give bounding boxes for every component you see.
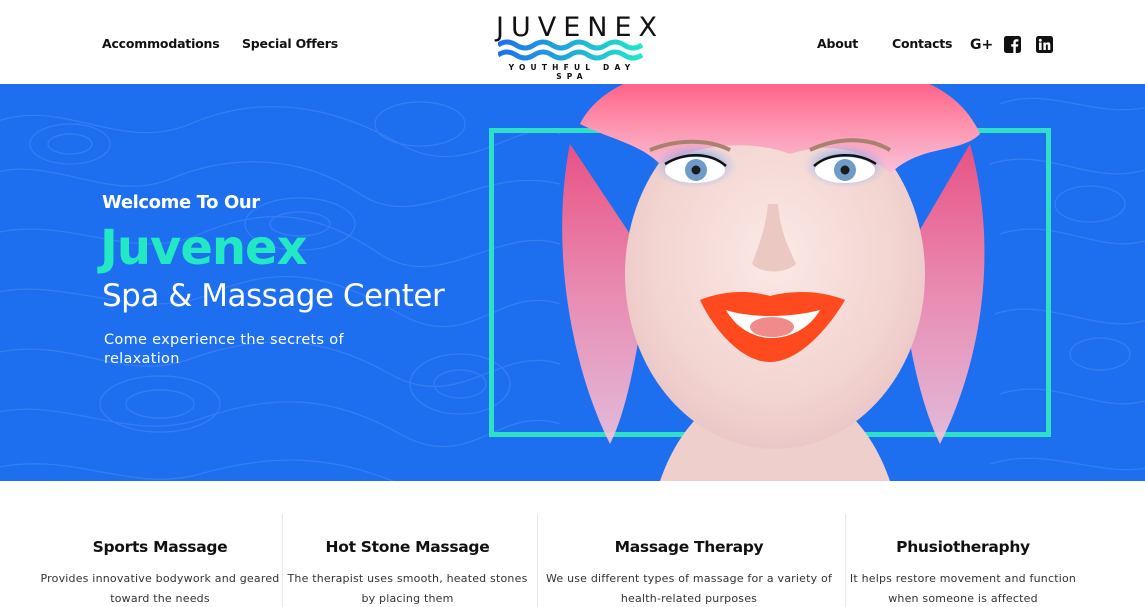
service-divider: [845, 514, 846, 607]
hero-welcome-text: Welcome To Our: [102, 192, 260, 213]
service-title: Massage Therapy: [614, 538, 764, 556]
service-title: Phusiotheraphy: [896, 538, 1030, 556]
logo-subtitle: YOUTHFUL DAY SPA: [508, 63, 636, 81]
hero-banner: Welcome To Our Juvenex Spa & Massage Cen…: [0, 84, 1145, 481]
facebook-icon[interactable]: [1004, 34, 1021, 54]
google-plus-icon[interactable]: G+: [970, 35, 993, 55]
nav-special-offers[interactable]: Special Offers: [242, 36, 338, 51]
service-description: We use different types of massage for a …: [545, 572, 833, 605]
nav-contacts[interactable]: Contacts: [892, 36, 952, 51]
service-massage-therapy[interactable]: Massage Therapy We use different types o…: [540, 481, 838, 607]
service-description: Provides innovative bodywork and geared …: [40, 572, 280, 605]
logo-waves-icon: [498, 39, 644, 61]
nav-about[interactable]: About: [817, 36, 858, 51]
hero-brand-title: Juvenex: [100, 220, 308, 276]
hero-tagline: Spa & Massage Center: [102, 278, 445, 314]
site-header: Accommodations Special Offers JUVENEX YO…: [0, 0, 1145, 84]
site-logo[interactable]: JUVENEX YOUTHFUL DAY SPA: [492, 12, 657, 81]
services-section: Sports Massage Provides innovative bodyw…: [0, 481, 1145, 607]
service-description: It helps restore movement and function w…: [849, 572, 1077, 605]
service-title: Sports Massage: [92, 538, 228, 556]
service-divider: [282, 514, 283, 607]
service-description: The therapist uses smooth, heated stones…: [287, 572, 528, 605]
hero-portrait-image: [562, 84, 985, 481]
service-hot-stone-massage[interactable]: Hot Stone Massage The therapist uses smo…: [285, 481, 530, 607]
service-phusiotheraphy[interactable]: Phusiotheraphy It helps restore movement…: [848, 481, 1078, 607]
linkedin-icon[interactable]: [1036, 34, 1053, 54]
service-divider: [537, 514, 538, 607]
nav-accommodations[interactable]: Accommodations: [102, 36, 220, 51]
service-sports-massage[interactable]: Sports Massage Provides innovative bodyw…: [40, 481, 280, 607]
hero-description: Come experience the secrets of relaxatio…: [104, 332, 344, 367]
service-title: Hot Stone Massage: [325, 538, 490, 556]
